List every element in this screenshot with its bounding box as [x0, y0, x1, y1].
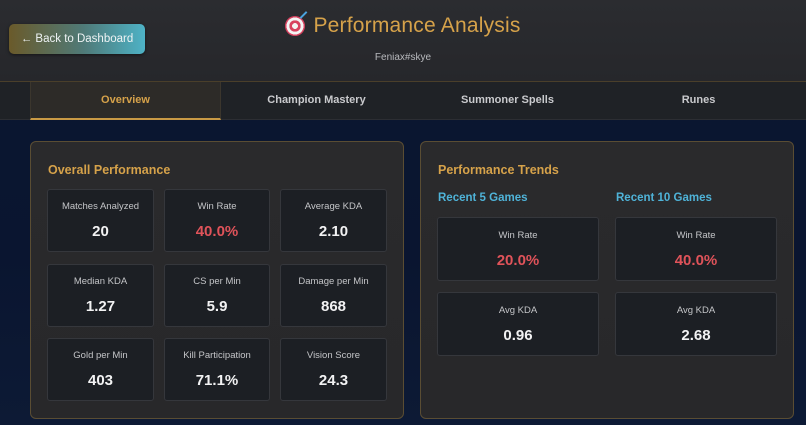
page-header: ← Back to Dashboard Performance Analysis…: [0, 0, 806, 82]
stat-label: Vision Score: [306, 350, 361, 361]
tab-bar: Overview Champion Mastery Summoner Spell…: [0, 82, 806, 120]
stat-label: Gold per Min: [73, 350, 128, 361]
stat-value: 0.96: [503, 327, 533, 344]
stat-label: Median KDA: [73, 276, 128, 287]
stat-label: CS per Min: [193, 276, 241, 287]
stat-label: Avg KDA: [498, 305, 538, 316]
stat-value: 2.68: [681, 327, 711, 344]
tab-runes[interactable]: Runes: [603, 82, 794, 120]
stat-label: Average KDA: [304, 201, 363, 212]
stat-value: 2.10: [318, 223, 349, 240]
stat-value: 24.3: [318, 372, 349, 389]
title-area: Performance Analysis: [0, 14, 806, 41]
stat-label: Matches Analyzed: [61, 201, 140, 212]
stat-value: 868: [320, 298, 347, 315]
recent-5-avg-kda-card: Avg KDA 0.96: [437, 292, 599, 356]
stat-card-win-rate: Win Rate 40.0%: [164, 189, 270, 252]
stat-card-median-kda: Median KDA 1.27: [47, 264, 154, 327]
stat-value: 20.0%: [496, 252, 540, 269]
recent-10-avg-kda-card: Avg KDA 2.68: [615, 292, 777, 356]
stat-value: 1.27: [85, 298, 116, 315]
stat-card-gold-per-min: Gold per Min 403: [47, 338, 154, 401]
stat-value: 71.1%: [195, 372, 239, 389]
recent-5-games-heading: Recent 5 Games: [438, 192, 528, 204]
stat-value: 403: [87, 372, 114, 389]
target-icon: [285, 16, 306, 36]
stat-card-matches-analyzed: Matches Analyzed 20: [47, 189, 154, 252]
tab-overview[interactable]: Overview: [30, 82, 221, 120]
tab-champion-mastery[interactable]: Champion Mastery: [221, 82, 412, 120]
stat-label: Win Rate: [498, 230, 538, 241]
stat-value: 20: [92, 223, 109, 240]
stat-value: 5.9: [206, 298, 228, 315]
stat-label: Win Rate: [197, 201, 237, 212]
performance-trends-title: Performance Trends: [438, 163, 559, 177]
summoner-name: Feniax#skye: [374, 52, 432, 63]
stat-card-cs-per-min: CS per Min 5.9: [164, 264, 270, 327]
stat-label: Kill Participation: [183, 350, 251, 361]
performance-trends-panel: Performance Trends Recent 5 Games Recent…: [420, 141, 794, 419]
recent-10-win-rate-card: Win Rate 40.0%: [615, 217, 777, 281]
stat-label: Avg KDA: [676, 305, 716, 316]
stat-card-vision-score: Vision Score 24.3: [280, 338, 387, 401]
stat-value: 40.0%: [674, 252, 718, 269]
tab-summoner-spells[interactable]: Summoner Spells: [412, 82, 603, 120]
page-title: Performance Analysis: [313, 14, 521, 37]
stat-label: Win Rate: [676, 230, 716, 241]
stat-value: 40.0%: [195, 223, 239, 240]
recent-5-win-rate-card: Win Rate 20.0%: [437, 217, 599, 281]
stat-card-kill-participation: Kill Participation 71.1%: [164, 338, 270, 401]
stat-card-damage-per-min: Damage per Min 868: [280, 264, 387, 327]
overall-performance-title: Overall Performance: [48, 163, 171, 177]
title-row: Performance Analysis: [285, 14, 520, 38]
overall-performance-panel: Overall Performance Matches Analyzed 20 …: [30, 141, 404, 419]
stat-label: Damage per Min: [298, 276, 369, 287]
stat-card-average-kda: Average KDA 2.10: [280, 189, 387, 252]
recent-10-games-heading: Recent 10 Games: [616, 192, 712, 204]
